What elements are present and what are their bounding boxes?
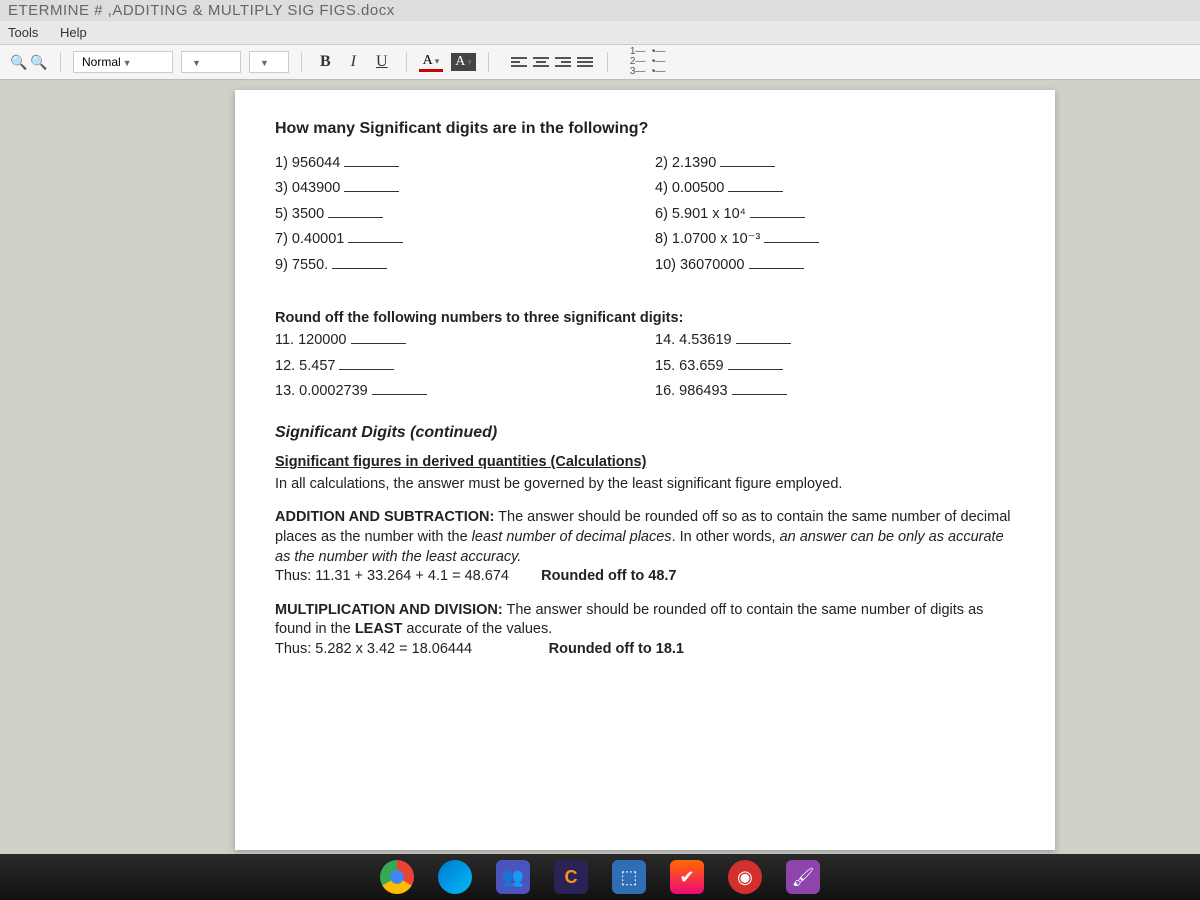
chevron-down-icon: ▼: [260, 58, 269, 68]
alignment-group: [509, 53, 595, 71]
paint-icon[interactable]: 🖌: [786, 860, 820, 894]
menu-help[interactable]: Help: [60, 25, 87, 40]
virtualbox-icon[interactable]: ⬚: [612, 860, 646, 894]
round-16: 16. 986493: [655, 382, 1015, 402]
teams-icon[interactable]: 👥: [496, 860, 530, 894]
document-title: ETERMINE # ,ADDITING & MULTIPLY SIG FIGS…: [8, 2, 395, 19]
chevron-down-icon: ▾: [435, 56, 440, 66]
align-justify-button[interactable]: [575, 53, 595, 71]
continued-heading: Significant Digits (continued): [275, 422, 1015, 444]
round-12: 12. 5.457: [275, 357, 635, 377]
chevron-down-icon: ▾: [467, 57, 472, 67]
question-9: 9) 7550.: [275, 256, 635, 276]
question-5: 5) 3500: [275, 205, 635, 225]
font-size-select[interactable]: ▼: [249, 51, 289, 73]
calc-intro: In all calculations, the answer must be …: [275, 475, 1015, 495]
document-page[interactable]: How many Significant digits are in the f…: [235, 90, 1055, 850]
eclipse-icon[interactable]: C: [554, 860, 588, 894]
list-group: 1—2—3— •—•—•—: [628, 53, 670, 71]
questions-grid-1: 1) 956044 2) 2.1390 3) 043900 4) 0.00500…: [275, 154, 1015, 276]
question-1: 1) 956044: [275, 154, 635, 174]
separator: [607, 52, 608, 72]
antivirus-icon[interactable]: ✔: [670, 860, 704, 894]
font-family-select[interactable]: ▼: [181, 51, 241, 73]
separator: [488, 52, 489, 72]
bulleted-list-button[interactable]: •—•—•—: [650, 53, 670, 71]
separator: [60, 52, 61, 72]
calc-heading: Significant figures in derived quantitie…: [275, 453, 1015, 473]
menu-tools[interactable]: Tools: [8, 25, 38, 40]
multiplication-paragraph: MULTIPLICATION AND DIVISION: The answer …: [275, 601, 1015, 660]
rounding-grid: 11. 120000 14. 4.53619 12. 5.457 15. 63.…: [275, 331, 1015, 402]
menu-bar: Tools Help: [0, 21, 1200, 45]
numbered-list-button[interactable]: 1—2—3—: [628, 53, 648, 71]
question-8: 8) 1.0700 x 10⁻³: [655, 230, 1015, 250]
zoom-in-icon[interactable]: 🔍: [30, 53, 48, 71]
rounding-head: Round off the following numbers to three…: [275, 309, 1015, 329]
security-icon[interactable]: ◉: [728, 860, 762, 894]
heading-sig-digits: How many Significant digits are in the f…: [275, 118, 1015, 140]
chevron-down-icon: ▼: [123, 58, 132, 68]
highlight-color-button[interactable]: A▾: [451, 53, 476, 71]
edge-icon[interactable]: [438, 860, 472, 894]
question-2: 2) 2.1390: [655, 154, 1015, 174]
round-15: 15. 63.659: [655, 357, 1015, 377]
question-4: 4) 0.00500: [655, 179, 1015, 199]
separator: [301, 52, 302, 72]
align-right-button[interactable]: [553, 53, 573, 71]
paragraph-style-select[interactable]: Normal▼: [73, 51, 173, 73]
round-11: 11. 120000: [275, 331, 635, 351]
taskbar: 👥 C ⬚ ✔ ◉ 🖌: [0, 854, 1200, 900]
question-6: 6) 5.901 x 10⁴: [655, 205, 1015, 225]
round-13: 13. 0.0002739: [275, 382, 635, 402]
align-left-button[interactable]: [509, 53, 529, 71]
addition-paragraph: ADDITION AND SUBTRACTION: The answer sho…: [275, 508, 1015, 586]
align-center-button[interactable]: [531, 53, 551, 71]
underline-button[interactable]: U: [370, 51, 394, 73]
italic-button[interactable]: I: [345, 51, 362, 73]
zoom-controls: 🔍 🔍: [10, 53, 48, 71]
question-7: 7) 0.40001: [275, 230, 635, 250]
zoom-out-icon[interactable]: 🔍: [10, 53, 28, 71]
round-14: 14. 4.53619: [655, 331, 1015, 351]
separator: [406, 52, 407, 72]
document-workspace[interactable]: How many Significant digits are in the f…: [0, 80, 1200, 860]
question-10: 10) 36070000: [655, 256, 1015, 276]
window-titlebar: ETERMINE # ,ADDITING & MULTIPLY SIG FIGS…: [0, 0, 1200, 21]
font-color-button[interactable]: A▾: [419, 53, 444, 72]
bold-button[interactable]: B: [314, 51, 337, 73]
chrome-icon[interactable]: [380, 860, 414, 894]
question-3: 3) 043900: [275, 179, 635, 199]
chevron-down-icon: ▼: [192, 58, 201, 68]
style-label: Normal: [82, 55, 121, 69]
formatting-toolbar: 🔍 🔍 Normal▼ ▼ ▼ B I U A▾ A▾ 1—2—3— •—•—•…: [0, 45, 1200, 80]
